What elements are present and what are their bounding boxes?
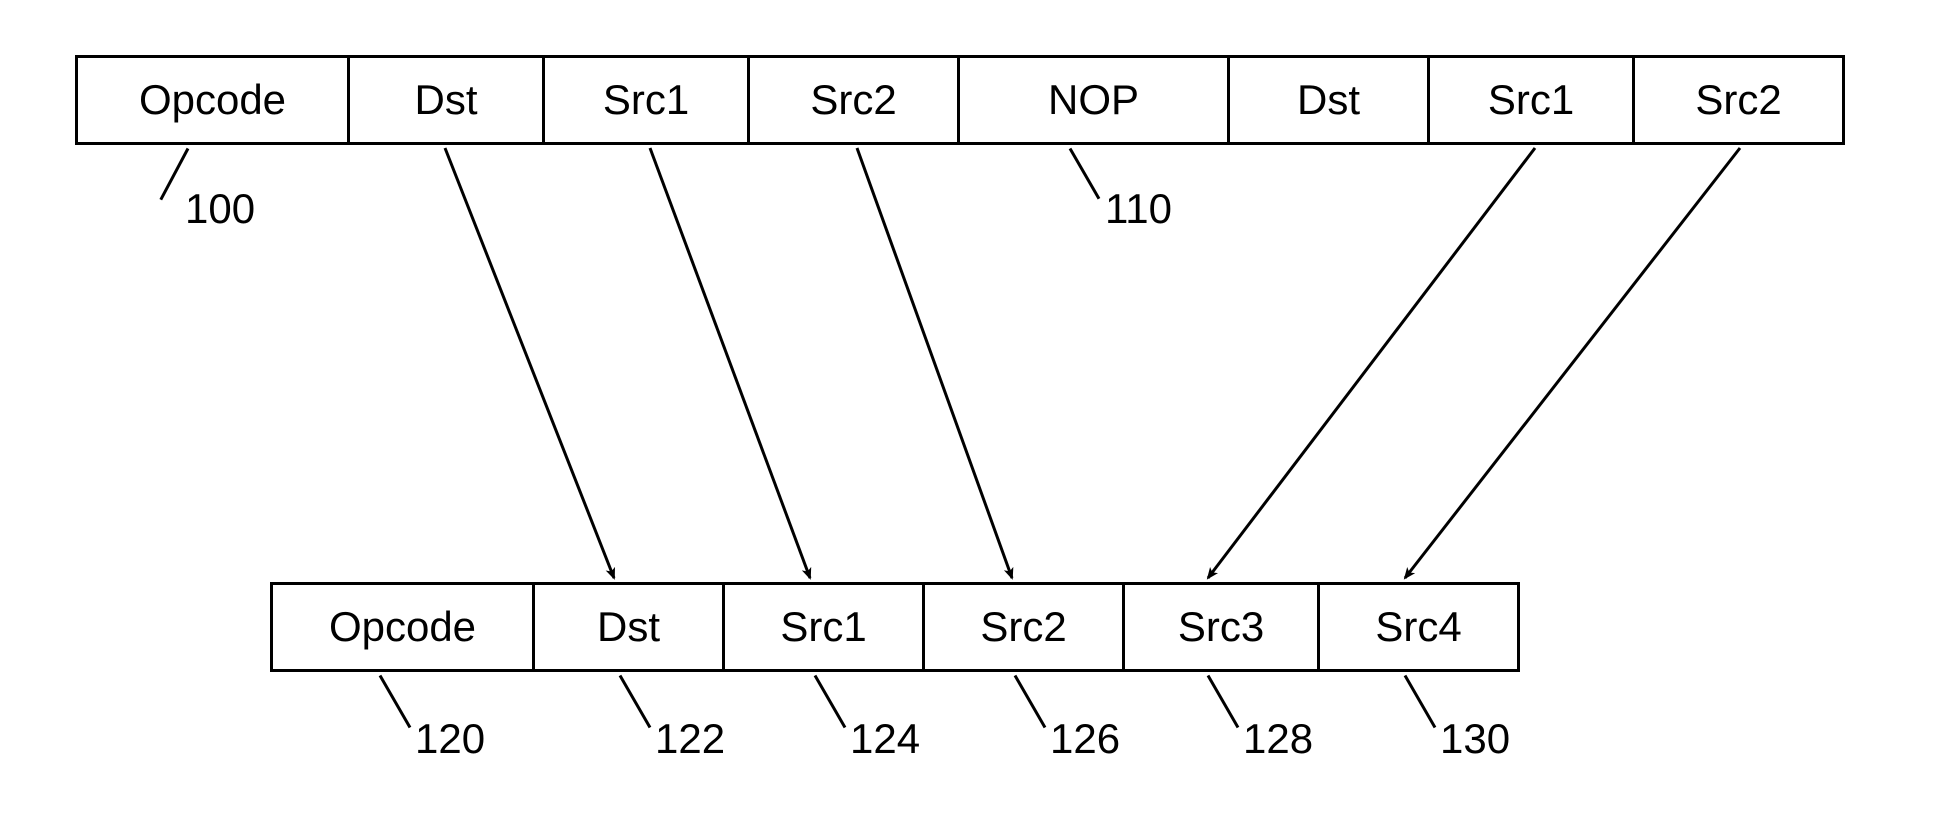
top-cell-nop: NOP [960,55,1230,145]
ref-130: 130 [1440,715,1510,763]
ref-126: 126 [1050,715,1120,763]
top-cell-src2-2: Src2 [1635,55,1845,145]
top-cell-src1-2: Src1 [1430,55,1635,145]
top-cell-src1-1: Src1 [545,55,750,145]
ref-leader-120 [379,675,412,728]
ref-leader-122 [619,675,652,728]
bottom-cell-src4: Src4 [1320,582,1520,672]
bottom-cell-opcode: Opcode [270,582,535,672]
arrow-src2 [857,148,1012,578]
arrow-src4 [1405,148,1740,578]
bottom-cell-dst: Dst [535,582,725,672]
top-cell-dst-1: Dst [350,55,545,145]
ref-leader-124 [814,675,847,728]
ref-128: 128 [1243,715,1313,763]
top-cell-src2-1: Src2 [750,55,960,145]
ref-leader-130 [1404,675,1437,728]
arrow-src3 [1208,148,1535,578]
top-cell-opcode: Opcode [75,55,350,145]
diagram-canvas: Opcode Dst Src1 Src2 NOP Dst Src1 Src2 1… [0,0,1952,817]
bottom-cell-src3: Src3 [1125,582,1320,672]
ref-122: 122 [655,715,725,763]
ref-120: 120 [415,715,485,763]
ref-leader-128 [1207,675,1240,728]
ref-leader-110 [1069,148,1101,200]
top-instruction-row: Opcode Dst Src1 Src2 NOP Dst Src1 Src2 [75,55,1845,145]
ref-124: 124 [850,715,920,763]
ref-100: 100 [185,185,255,233]
arrow-src1 [650,148,810,578]
top-cell-dst-2: Dst [1230,55,1430,145]
bottom-cell-src1: Src1 [725,582,925,672]
bottom-cell-src2: Src2 [925,582,1125,672]
bottom-instruction-row: Opcode Dst Src1 Src2 Src3 Src4 [270,582,1520,672]
arrow-dst [445,148,614,578]
ref-110: 110 [1105,185,1172,233]
ref-leader-126 [1014,675,1047,728]
